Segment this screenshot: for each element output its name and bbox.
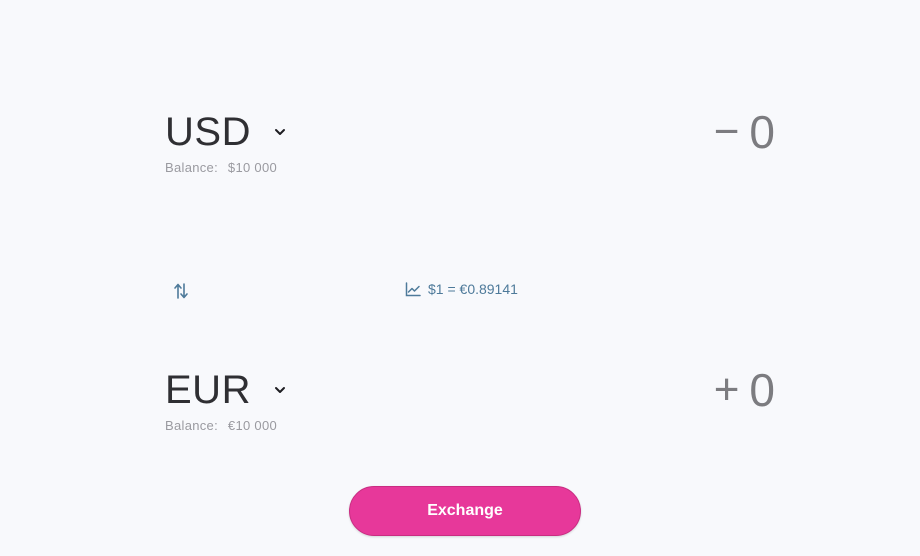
to-amount-input[interactable]: + 0: [713, 364, 775, 416]
trend-chart-icon: [405, 281, 421, 297]
from-amount-value: 0: [749, 106, 775, 158]
to-balance-label: Balance:: [165, 418, 218, 433]
chevron-down-icon: [273, 383, 287, 397]
from-amount-input[interactable]: − 0: [713, 106, 775, 158]
exchange-button[interactable]: Exchange: [349, 486, 581, 536]
to-balance-value: €10 000: [227, 418, 278, 433]
exchange-rate[interactable]: $1 = €0.89141: [405, 281, 518, 297]
to-currency-code: EUR: [165, 368, 251, 412]
plus-sign: +: [713, 365, 740, 414]
rate-row: $1 = €0.89141: [0, 280, 920, 302]
from-balance-label: Balance:: [165, 160, 218, 175]
from-balance: Balance: $10 000: [165, 160, 277, 175]
to-currency-row: EUR Balance: €10 000 + 0: [165, 366, 775, 446]
minus-sign: −: [713, 107, 740, 156]
from-currency-select[interactable]: USD: [165, 108, 287, 156]
to-currency-select[interactable]: EUR: [165, 366, 287, 414]
chevron-down-icon: [273, 125, 287, 139]
from-balance-value: $10 000: [227, 160, 278, 175]
swap-arrows-icon: [173, 282, 189, 300]
currency-exchange-widget: USD Balance: $10 000 − 0 $1 = €0.89141 E…: [0, 0, 920, 556]
from-currency-code: USD: [165, 110, 251, 154]
exchange-rate-text: $1 = €0.89141: [428, 281, 518, 297]
to-amount-value: 0: [749, 364, 775, 416]
from-currency-row: USD Balance: $10 000 − 0: [165, 108, 775, 188]
swap-button[interactable]: [172, 281, 190, 301]
to-balance: Balance: €10 000: [165, 418, 277, 433]
